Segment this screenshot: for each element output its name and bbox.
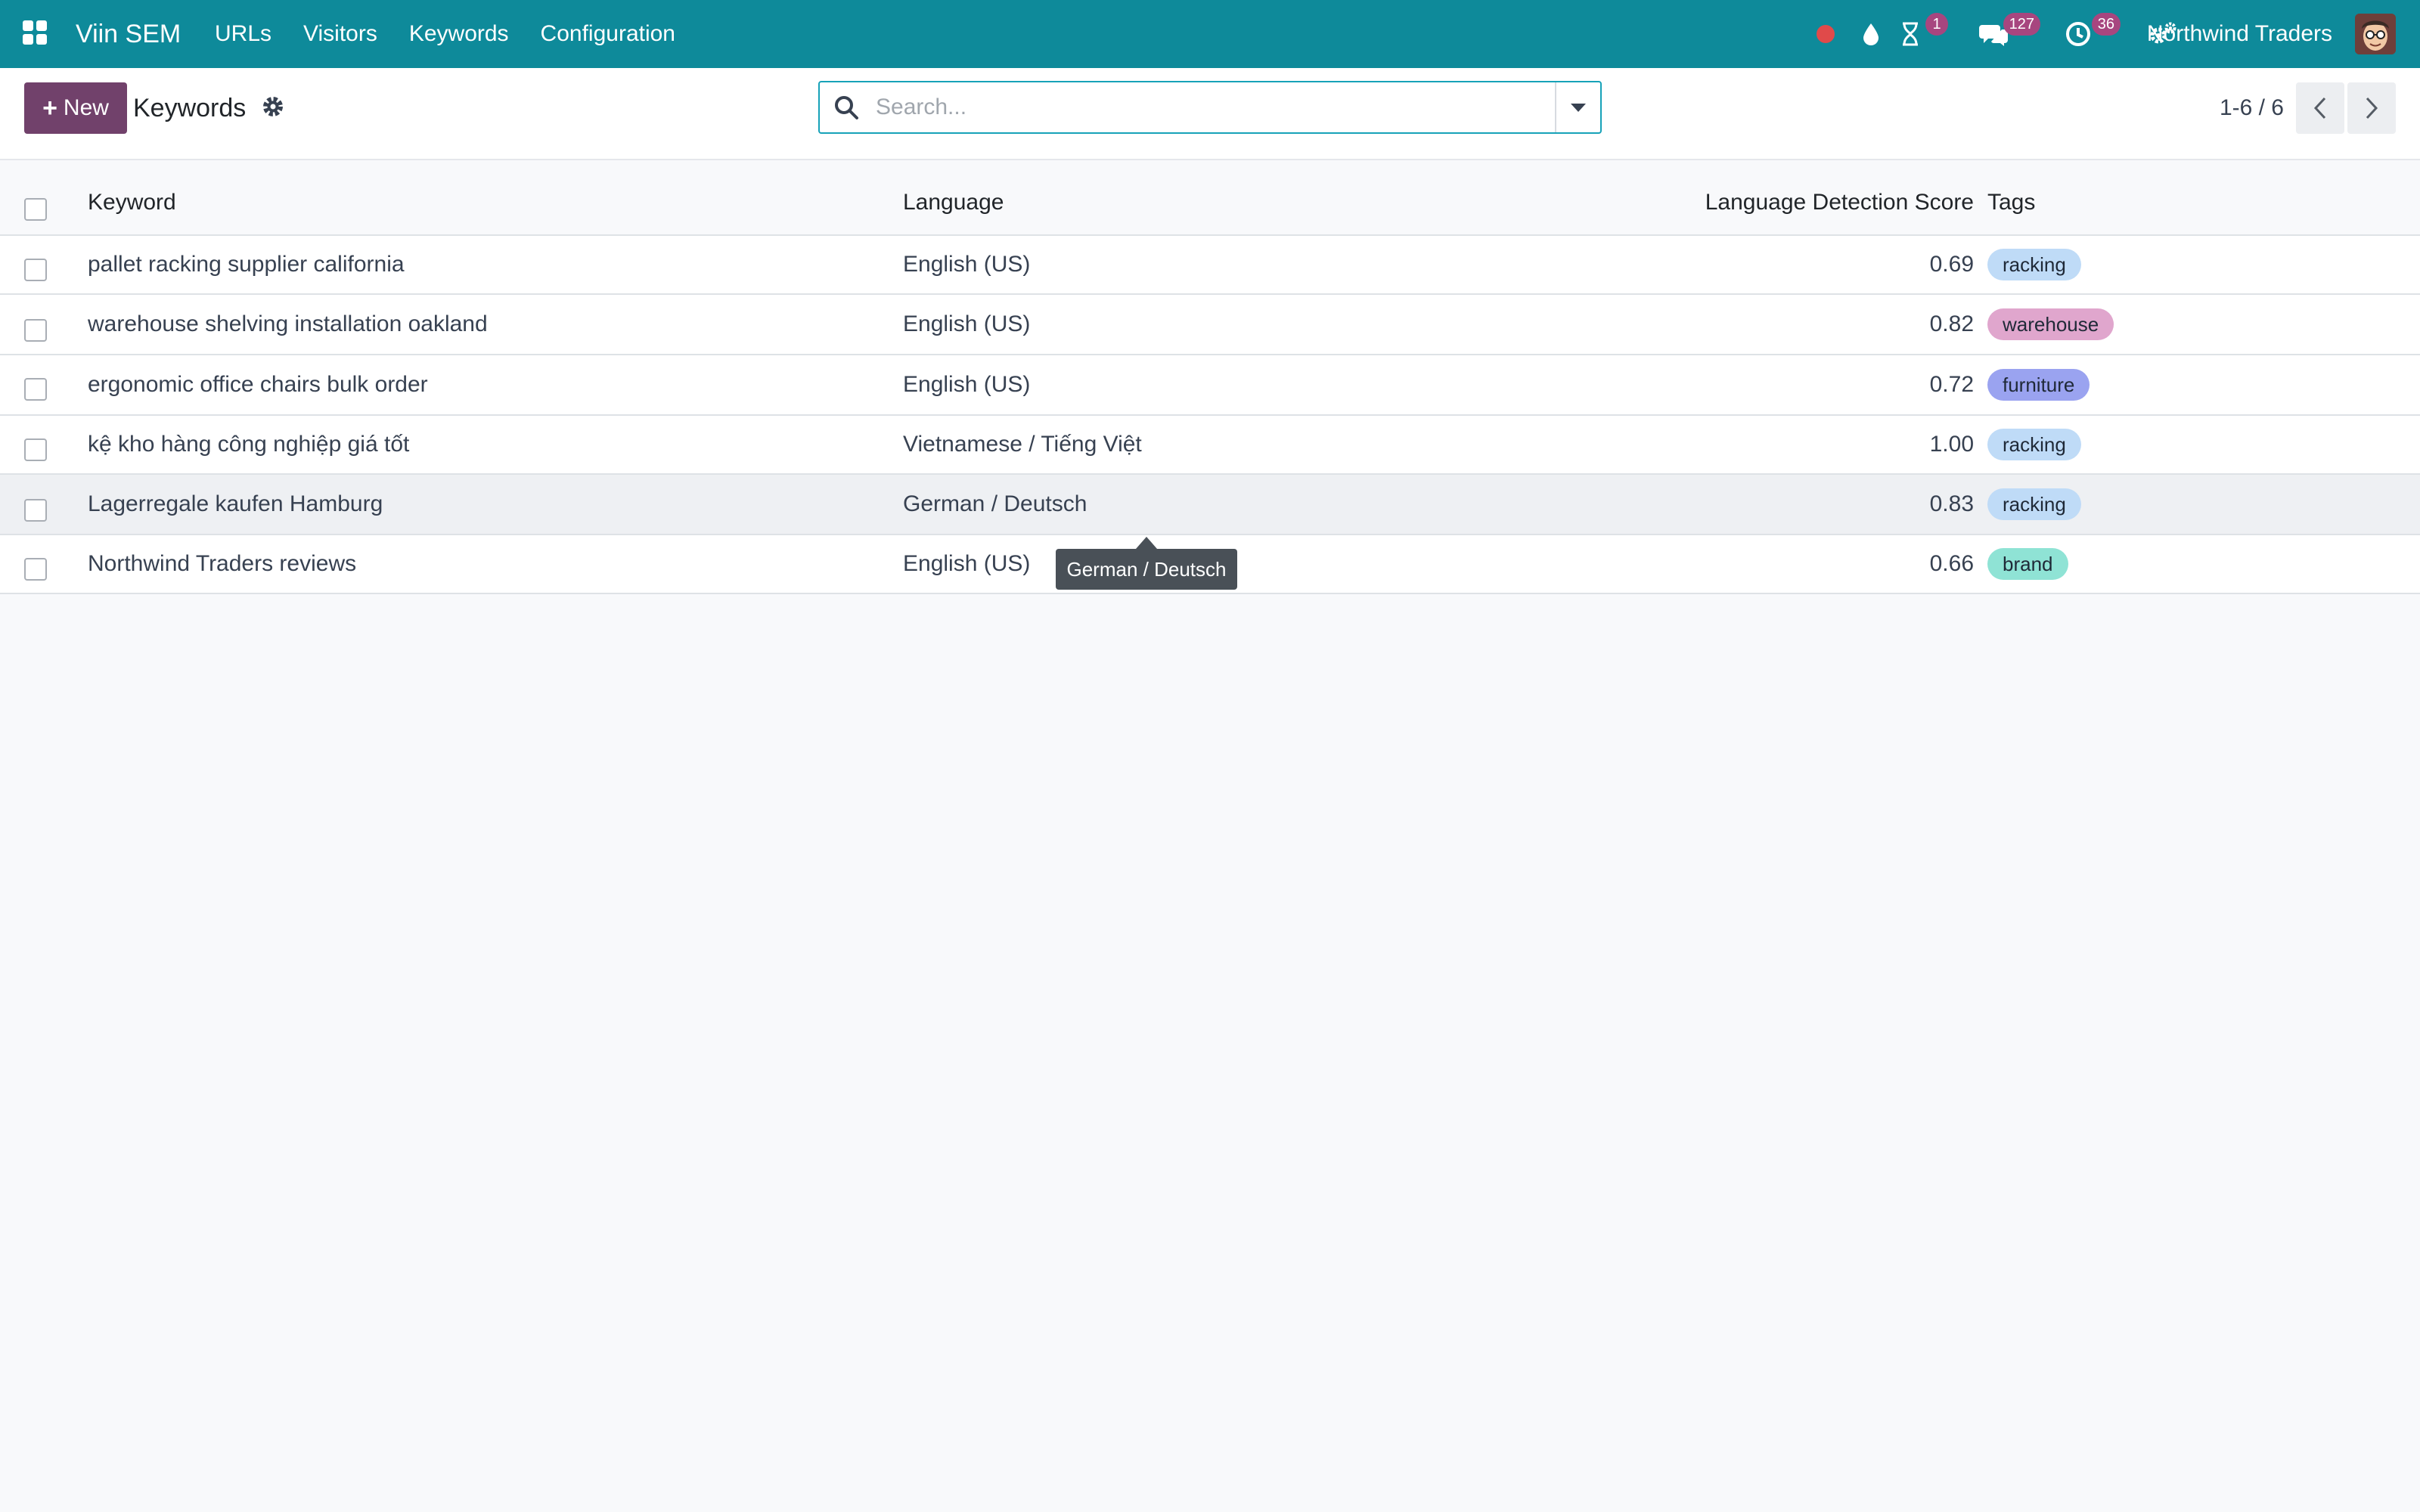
- column-header-tags[interactable]: Tags: [1987, 160, 2411, 236]
- language-cell: English (US): [903, 311, 1031, 336]
- select-all-checkbox[interactable]: [24, 198, 47, 221]
- language-cell: English (US): [903, 252, 1031, 277]
- score-cell: 0.72: [1929, 372, 1974, 397]
- pager-next-button[interactable]: [2347, 82, 2396, 134]
- table-row[interactable]: Lagerregale kaufen Hamburg German / Deut…: [0, 475, 2420, 535]
- table-row[interactable]: ergonomic office chairs bulk order Engli…: [0, 355, 2420, 416]
- plus-icon: +: [42, 93, 57, 122]
- keyword-cell: pallet racking supplier california: [88, 252, 405, 277]
- tags-cell: furniture: [1987, 355, 2411, 414]
- control-panel: + New Keywords 1-6 / 6: [0, 68, 2420, 160]
- search-icon: [833, 94, 861, 122]
- pager-value[interactable]: 1-6 / 6: [2220, 82, 2284, 134]
- language-cell: English (US): [903, 551, 1031, 576]
- language-tooltip: German / Deutsch: [1056, 549, 1237, 590]
- hourglass-icon[interactable]: [1894, 0, 1927, 68]
- tag-badge: racking: [1987, 249, 2081, 280]
- score-cell: 1.00: [1929, 432, 1974, 457]
- tags-cell: racking: [1987, 416, 2411, 473]
- systray: 1 127 36 Northwind Traders: [1739, 0, 2420, 68]
- tags-cell: racking: [1987, 475, 2411, 534]
- tags-cell: brand: [1987, 535, 2411, 593]
- chat-icon[interactable]: [1975, 0, 2012, 68]
- tags-cell: warehouse: [1987, 295, 2411, 354]
- score-cell: 0.66: [1929, 551, 1974, 576]
- new-button[interactable]: + New: [24, 82, 127, 134]
- language-cell: Vietnamese / Tiếng Việt: [903, 432, 1142, 457]
- company-switcher[interactable]: Northwind Traders: [2147, 0, 2332, 68]
- column-header-score[interactable]: Language Detection Score: [1588, 160, 1974, 236]
- clock-badge: 36: [2091, 13, 2121, 36]
- menu-item-keywords[interactable]: Keywords: [409, 0, 509, 68]
- app-brand[interactable]: Viin SEM: [76, 0, 181, 68]
- apps-menu-icon[interactable]: [23, 20, 48, 46]
- messages-badge: 127: [2003, 13, 2040, 36]
- pager-previous-button[interactable]: [2296, 82, 2344, 134]
- search-input[interactable]: [876, 88, 1526, 126]
- tag-badge: racking: [1987, 429, 2081, 460]
- main-menu: URLs Visitors Keywords Configuration: [215, 0, 707, 68]
- row-checkbox[interactable]: [24, 259, 47, 281]
- menu-item-configuration[interactable]: Configuration: [541, 0, 675, 68]
- activity-badge: 1: [1925, 13, 1948, 36]
- tag-badge: racking: [1987, 488, 2081, 520]
- keyword-cell: warehouse shelving installation oakland: [88, 311, 488, 336]
- score-cell: 0.83: [1929, 491, 1974, 516]
- tags-cell: racking: [1987, 236, 2411, 293]
- tag-badge: furniture: [1987, 369, 2090, 401]
- gear-icon[interactable]: [262, 95, 287, 121]
- keyword-cell: Northwind Traders reviews: [88, 551, 357, 576]
- keyword-cell: ergonomic office chairs bulk order: [88, 372, 428, 397]
- score-cell: 0.69: [1929, 252, 1974, 277]
- row-checkbox[interactable]: [24, 499, 47, 522]
- table-row[interactable]: kệ kho hàng công nghiệp giá tốt Vietname…: [0, 416, 2420, 475]
- table-row[interactable]: warehouse shelving installation oakland …: [0, 295, 2420, 355]
- record-dot-icon[interactable]: [1810, 0, 1841, 68]
- table-row[interactable]: pallet racking supplier california Engli…: [0, 236, 2420, 295]
- keyword-cell: Lagerregale kaufen Hamburg: [88, 491, 383, 516]
- row-checkbox[interactable]: [24, 378, 47, 401]
- tooltip-arrow: [1136, 537, 1157, 549]
- keyword-cell: kệ kho hàng công nghiệp giá tốt: [88, 432, 410, 457]
- menu-item-urls[interactable]: URLs: [215, 0, 271, 68]
- top-navbar: Viin SEM URLs Visitors Keywords Configur…: [0, 0, 2420, 68]
- clock-icon[interactable]: [2060, 0, 2096, 68]
- page-title: Keywords: [133, 94, 247, 122]
- column-header-keyword[interactable]: Keyword: [88, 160, 882, 236]
- column-header-language[interactable]: Language: [903, 160, 1659, 236]
- row-checkbox[interactable]: [24, 438, 47, 461]
- new-button-label: New: [63, 95, 109, 120]
- language-cell: German / Deutsch: [903, 491, 1087, 516]
- row-checkbox[interactable]: [24, 319, 47, 342]
- table-header: Keyword Language Language Detection Scor…: [0, 160, 2420, 236]
- search-bar: [818, 81, 1602, 134]
- drop-icon[interactable]: [1856, 0, 1886, 68]
- score-cell: 0.82: [1929, 311, 1974, 336]
- menu-item-visitors[interactable]: Visitors: [303, 0, 377, 68]
- row-checkbox[interactable]: [24, 558, 47, 581]
- tag-badge: warehouse: [1987, 308, 2114, 340]
- tag-badge: brand: [1987, 548, 2068, 580]
- search-options-toggle[interactable]: [1555, 82, 1600, 132]
- user-avatar[interactable]: [2355, 14, 2396, 54]
- caret-down-icon: [1571, 103, 1586, 112]
- language-cell: English (US): [903, 372, 1031, 397]
